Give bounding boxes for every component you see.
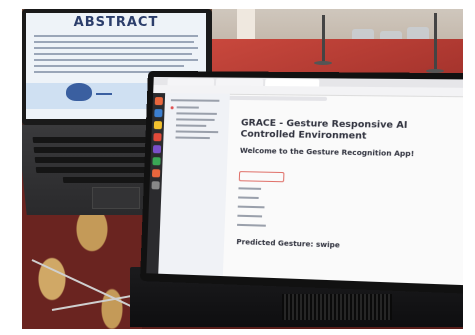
front-laptop-screen: GRACE - Gesture Responsive AI Controlled…	[140, 70, 463, 295]
arrow-icon	[96, 93, 112, 95]
main-content: GRACE - Gesture Responsive AI Controlled…	[223, 94, 463, 286]
gesture-item	[238, 187, 262, 190]
sidebar-text	[176, 112, 217, 115]
sidebar-text	[175, 124, 207, 127]
trackpad	[92, 187, 140, 209]
app-icon[interactable]	[154, 109, 163, 118]
sidebar-text	[175, 136, 210, 140]
stanchion-base	[314, 61, 332, 65]
app-icon[interactable]	[153, 133, 162, 142]
predicted-gesture: Predicted Gesture: swipe	[236, 238, 341, 250]
text-line	[34, 41, 194, 43]
sidebar-radio[interactable]	[170, 106, 174, 110]
gesture-item	[237, 205, 265, 209]
text-line	[34, 47, 198, 49]
app-icon[interactable]	[151, 169, 161, 178]
text-line	[34, 71, 154, 73]
app-icon[interactable]	[152, 157, 161, 166]
sidebar	[158, 93, 230, 277]
welcome-heading: Welcome to the Gesture Recognition App!	[239, 146, 415, 159]
sidebar-text	[175, 130, 219, 134]
gesture-item	[238, 196, 259, 200]
text-line	[34, 59, 198, 61]
text-line	[34, 53, 192, 55]
page-title: GRACE - Gesture Responsive AI Controlled…	[240, 118, 408, 142]
browser-window: GRACE - Gesture Responsive AI Controlled…	[146, 76, 463, 286]
text-line	[34, 65, 184, 67]
stanchion-pole	[434, 13, 437, 71]
stanchion-pole	[322, 15, 325, 63]
sidebar-text	[176, 106, 199, 109]
abstract-heading: ABSTRACT	[73, 15, 159, 30]
text-line	[34, 35, 198, 37]
app-icon[interactable]	[153, 121, 163, 130]
photo: ABSTRACT GRACE - Gesture Responsive AI C…	[22, 9, 463, 329]
app-icon[interactable]	[151, 181, 160, 190]
camera-button[interactable]	[238, 171, 285, 183]
laptop-vent	[282, 294, 392, 320]
app-icon[interactable]	[152, 145, 162, 154]
sidebar-text	[170, 99, 220, 102]
gesture-item	[237, 223, 266, 227]
sidebar-text	[176, 118, 215, 121]
gesture-item	[237, 214, 263, 218]
hand-icon	[66, 83, 92, 101]
app-icon[interactable]	[154, 97, 164, 106]
